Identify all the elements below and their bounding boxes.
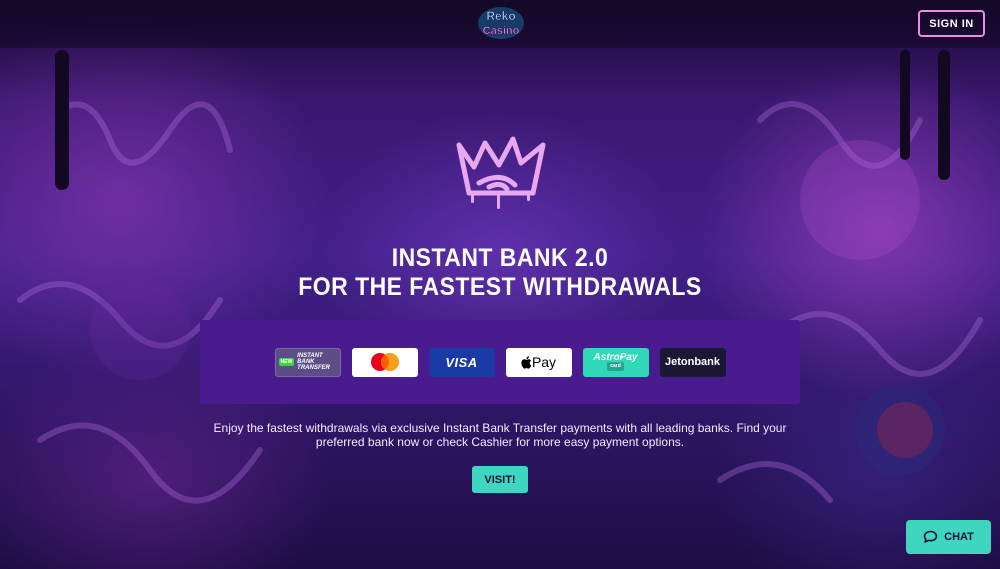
mastercard-icon bbox=[370, 353, 399, 371]
astropay-logo: AstroPay card bbox=[582, 347, 649, 377]
svg-text:Casino: Casino bbox=[483, 25, 520, 37]
instant-bank-transfer-logo: NEW INSTANT BANK TRANSFER bbox=[274, 347, 341, 377]
apple-icon bbox=[521, 355, 532, 369]
apple-pay-label: Pay bbox=[531, 354, 557, 370]
chat-button[interactable]: CHAT bbox=[906, 520, 991, 554]
visa-logo: VISA bbox=[428, 347, 495, 377]
reko-casino-logo[interactable]: Reko Casino bbox=[476, 4, 526, 42]
visit-button[interactable]: VISIT! bbox=[472, 466, 528, 493]
hero-title-line-2: FOR THE FASTEST WITHDRAWALS bbox=[298, 273, 702, 301]
hero-description: Enjoy the fastest withdrawals via exclus… bbox=[213, 421, 787, 449]
astropay-sub-label: card bbox=[607, 362, 624, 371]
payment-methods-panel: NEW INSTANT BANK TRANSFER VISA Pay Astro… bbox=[200, 320, 800, 404]
sign-in-button[interactable]: SIGN IN bbox=[918, 10, 985, 37]
chat-label: CHAT bbox=[944, 531, 974, 543]
visa-label: VISA bbox=[445, 354, 478, 370]
apple-pay-logo: Pay bbox=[505, 347, 572, 377]
top-bar: Reko Casino SIGN IN bbox=[0, 0, 1000, 48]
chat-bubble-icon bbox=[923, 530, 938, 543]
jetonbank-label: Jetonbank bbox=[664, 356, 720, 368]
instant-bank-transfer-label: INSTANT BANK TRANSFER bbox=[297, 353, 330, 371]
mastercard-logo bbox=[351, 347, 418, 377]
hero-title: INSTANT BANK 2.0 FOR THE FASTEST WITHDRA… bbox=[224, 244, 776, 302]
hero-title-line-1: INSTANT BANK 2.0 bbox=[391, 244, 609, 272]
svg-text:Reko: Reko bbox=[486, 9, 515, 23]
astropay-label: AstroPay bbox=[593, 352, 638, 363]
crown-icon bbox=[456, 136, 546, 209]
new-tag: NEW bbox=[278, 358, 295, 366]
jetonbank-logo: Jetonbank bbox=[659, 347, 726, 377]
